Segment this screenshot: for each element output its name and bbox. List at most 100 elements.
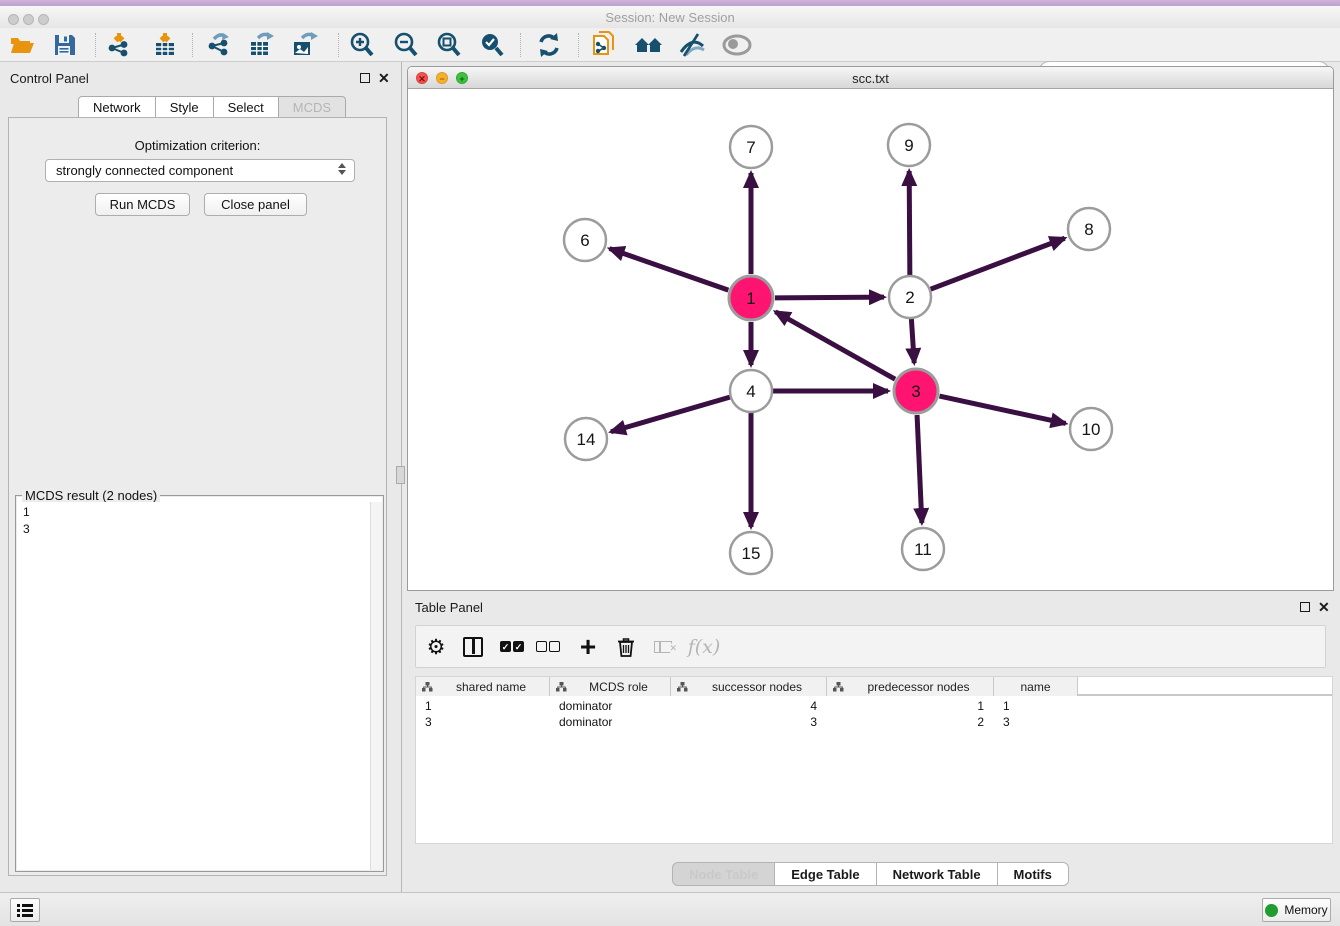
close-table-panel-icon[interactable]: ✕ [1318,602,1330,612]
cell-name: 1 [1003,699,1010,713]
toolbar-separator [95,33,96,57]
import-table-icon[interactable] [150,31,180,59]
show-columns-icon[interactable] [457,626,489,667]
edge-2-3[interactable] [911,319,914,363]
hide-edges-icon[interactable] [677,31,707,59]
memory-status-icon [1265,904,1278,917]
control-panel-title: Control Panel [10,71,89,86]
import-network-icon[interactable] [104,31,134,59]
node-label-6: 6 [580,231,589,250]
deselect-all-icon[interactable] [532,626,564,667]
tab-edge-table[interactable]: Edge Table [775,862,876,886]
table-panel-title: Table Panel [415,600,483,615]
zoom-selected-icon[interactable] [477,31,507,59]
edit-column-icon[interactable] [556,682,567,692]
float-table-panel-icon[interactable] [1300,602,1310,612]
mcds-result-list[interactable]: 13 [17,502,370,870]
splitter-handle[interactable] [396,466,405,484]
select-all-icon[interactable]: ✓✓ [496,626,528,667]
export-network-icon[interactable] [204,31,234,59]
node-label-9: 9 [904,136,913,155]
table-row[interactable]: 3dominator323 [416,714,1332,730]
refresh-icon[interactable] [534,31,564,59]
edge-3-11[interactable] [917,415,922,523]
tab-node-table[interactable]: Node Table [672,862,775,886]
tab-select[interactable]: Select [214,96,279,118]
cell-successor-nodes: 4 [671,699,817,713]
node-label-14: 14 [577,430,596,449]
edge-2-9[interactable] [909,171,910,275]
toolbar-separator [192,33,193,57]
edge-1-2[interactable] [775,297,884,298]
node-label-15: 15 [742,544,761,563]
application-window: Session: New Session [0,0,1340,926]
mcds-result-box: MCDS result (2 nodes) 13 [15,495,384,872]
export-table-icon[interactable] [247,31,277,59]
export-image-icon[interactable] [290,31,320,59]
toolbar-separator [578,33,579,57]
first-neighbors-icon[interactable] [634,31,664,59]
network-window-titlebar[interactable]: ✕ − + scc.txt [408,67,1333,89]
memory-label: Memory [1284,903,1327,917]
edit-column-icon[interactable] [677,682,688,692]
column-settings-icon[interactable]: ⚙ [420,626,452,667]
zoom-out-icon[interactable] [391,31,421,59]
status-bar: Memory [0,892,1340,926]
clone-network-icon[interactable] [590,31,620,59]
edit-column-icon[interactable] [422,682,433,692]
column-header-name[interactable]: name [994,677,1078,696]
control-panel-header: Control Panel ✕ [0,66,395,92]
edge-3-10[interactable] [939,396,1065,423]
table-header-row: shared nameMCDS rolesuccessor nodesprede… [416,677,1332,696]
edge-2-8[interactable] [931,238,1065,289]
edge-3-1[interactable] [775,312,895,379]
network-view-title: scc.txt [408,71,1333,86]
edge-1-6[interactable] [610,249,729,291]
network-view-window: ✕ − + scc.txt 7968124314101511 [407,66,1334,591]
optimization-criterion-select[interactable]: strongly connected component [45,159,355,182]
close-panel-icon[interactable]: ✕ [378,73,390,83]
mcds-result-title: MCDS result (2 nodes) [22,488,160,503]
tab-network-table[interactable]: Network Table [877,862,998,886]
network-canvas[interactable]: 7968124314101511 [408,89,1333,590]
node-label-3: 3 [911,382,920,401]
delete-column-icon[interactable] [610,626,642,667]
table-row[interactable]: 1dominator411 [416,698,1332,714]
column-header-shared-name[interactable]: shared name [416,677,550,696]
node-label-8: 8 [1084,220,1093,239]
tab-mcds[interactable]: MCDS [279,96,346,118]
show-graphics-icon[interactable] [722,31,752,59]
memory-button[interactable]: Memory [1262,898,1331,922]
show-panels-list-icon[interactable] [10,898,40,922]
control-panel-tabs: NetworkStyleSelectMCDS [78,96,346,118]
column-header-MCDS-role[interactable]: MCDS role [550,677,671,696]
float-panel-icon[interactable] [360,73,370,83]
run-mcds-button[interactable]: Run MCDS [95,193,190,216]
column-header-predecessor-nodes[interactable]: predecessor nodes [827,677,994,696]
delete-table-icon[interactable] [647,626,679,667]
add-column-icon[interactable]: + [572,626,604,667]
edit-column-icon[interactable] [833,682,844,692]
toolbar-separator [520,33,521,57]
zoom-in-icon[interactable] [347,31,377,59]
result-scrollbar[interactable] [370,502,382,870]
open-file-icon[interactable] [7,31,37,59]
tab-style[interactable]: Style [156,96,214,118]
main-toolbar [0,28,1340,62]
close-panel-button[interactable]: Close panel [204,193,307,216]
table-panel-header: Table Panel ✕ [407,598,1334,620]
function-builder-icon[interactable]: f(x) [688,626,720,667]
table-panel-tabs: Node TableEdge TableNetwork TableMotifs [407,862,1334,886]
result-item: 1 [23,504,364,521]
selected-option: strongly connected component [56,163,233,178]
node-label-4: 4 [746,382,755,401]
tab-network[interactable]: Network [78,96,156,118]
zoom-fit-icon[interactable] [434,31,464,59]
save-session-icon[interactable] [50,31,80,59]
tab-motifs[interactable]: Motifs [998,862,1069,886]
node-label-2: 2 [905,288,914,307]
table-toolbar: ⚙ ✓✓ + f(x) [415,625,1326,668]
toolbar-separator [338,33,339,57]
column-header-successor-nodes[interactable]: successor nodes [671,677,827,696]
edge-4-14[interactable] [611,397,730,432]
